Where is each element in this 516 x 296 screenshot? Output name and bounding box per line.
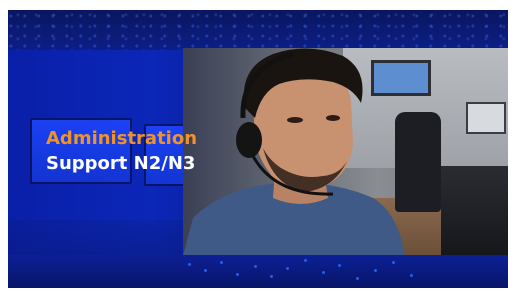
particle	[410, 274, 413, 277]
particle	[338, 264, 341, 267]
particle	[188, 263, 191, 266]
particle	[374, 269, 377, 272]
particle	[236, 273, 239, 276]
particle	[286, 267, 289, 270]
service-title-line2: Support N2/N3	[46, 153, 196, 174]
particle	[254, 265, 257, 268]
eye	[287, 117, 303, 123]
particle	[392, 261, 395, 264]
particle	[270, 275, 273, 278]
particle	[356, 277, 359, 280]
banner: Administration Support N2/N3	[8, 10, 508, 288]
bottom-particle-band	[8, 255, 508, 288]
service-title-line1: Administration	[46, 128, 198, 149]
particle	[220, 261, 223, 264]
top-particle-band	[8, 10, 508, 50]
eye	[326, 115, 340, 121]
headset-earcup	[236, 122, 262, 158]
particle	[204, 269, 207, 272]
support-agent-photo	[183, 48, 508, 256]
agent-with-headset-illustration	[183, 48, 405, 256]
particle	[322, 271, 325, 274]
particle	[304, 259, 307, 262]
